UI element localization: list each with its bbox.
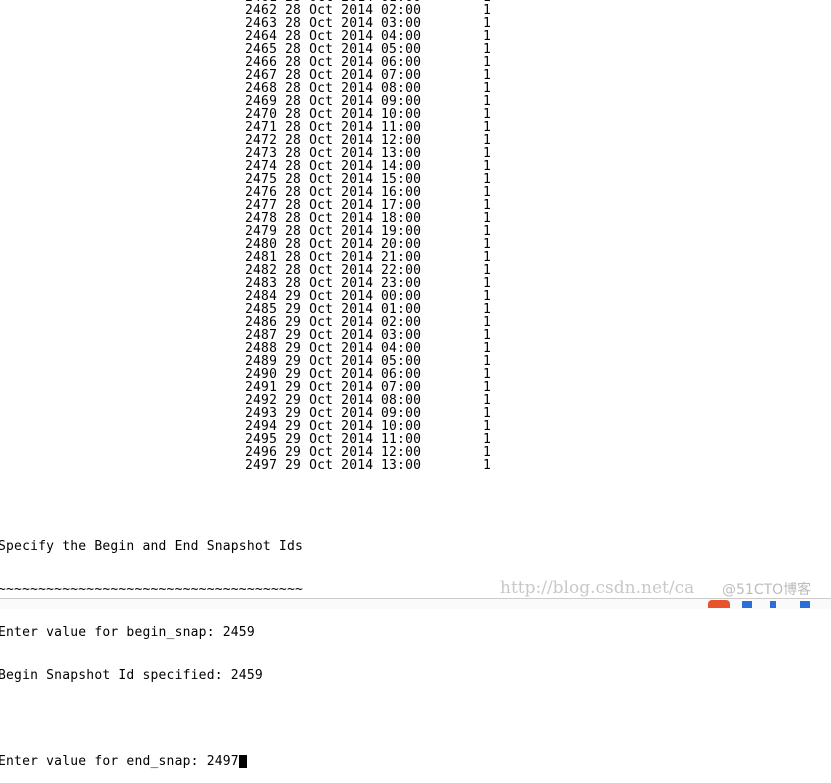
end-snap-prompt[interactable]: Enter value for end_snap: 2497 — [0, 754, 239, 769]
bottom-toolbar — [0, 598, 831, 609]
snapshot-list: 246128 Oct 201401:001246228 Oct 201402:0… — [245, 0, 493, 472]
toolbar-icon[interactable] — [800, 601, 810, 608]
s-logo-icon[interactable] — [708, 600, 730, 608]
snap-date: 29 Oct 2014 — [285, 458, 374, 473]
snap-id: 2497 — [245, 458, 278, 473]
snap-time: 13:00 — [381, 458, 422, 473]
begin-snap-prompt: Enter value for begin_snap: 2459 — [0, 625, 255, 640]
prompt-heading: Specify the Begin and End Snapshot Ids — [0, 539, 304, 554]
snap-level: 1 — [483, 458, 492, 473]
prompt-underline: ~~~~~~~~~~~~~~~~~~~~~~~~~~~~~~~~~~~~~~ — [0, 582, 304, 597]
sqlplus-prompt: Specify the Begin and End Snapshot Ids ~… — [0, 510, 303, 783]
end-snap-input-line[interactable]: Enter value for end_snap: 2497 — [0, 755, 303, 768]
begin-snap-confirm: Begin Snapshot Id specified: 2459 — [0, 668, 263, 683]
text-cursor — [238, 755, 247, 768]
toolbar-icon[interactable] — [770, 601, 776, 608]
snapshot-row: 2497 29 Oct 2014 13:00 1 — [245, 459, 493, 472]
watermark-brand: @51CTO博客 — [722, 582, 812, 598]
toolbar-icon[interactable] — [742, 601, 752, 608]
watermark-url: http://blog.csdn.net/ca — [500, 578, 695, 598]
